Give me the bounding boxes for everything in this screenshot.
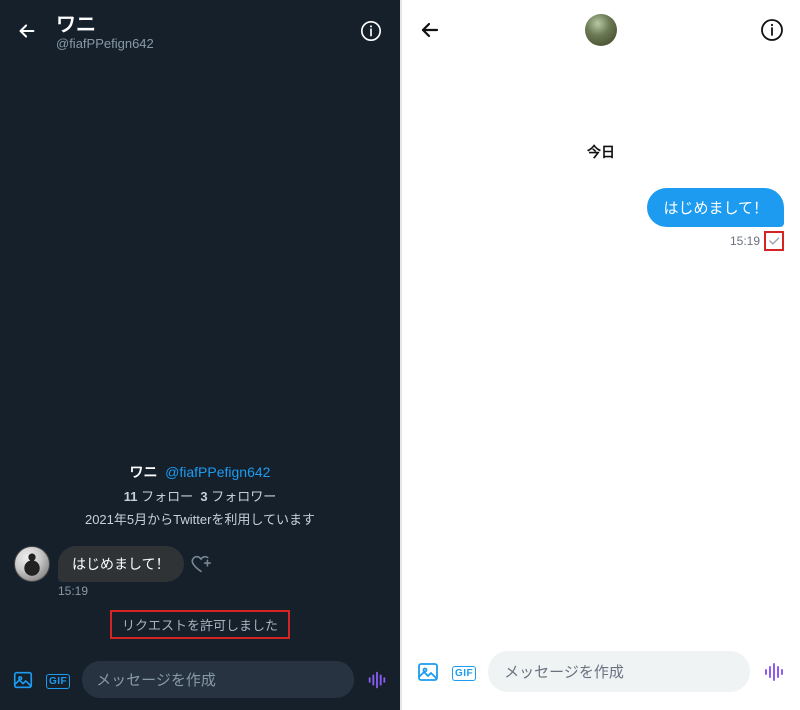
voice-button[interactable]	[762, 660, 786, 684]
image-icon	[416, 660, 440, 684]
message-bubble-outgoing[interactable]: はじめまして！	[647, 188, 784, 227]
message-meta: 15:19	[730, 231, 784, 251]
right-composer: GIF メッセージを作成	[402, 641, 800, 710]
profile-summary: ワニ @fiafPPefign642 11 フォロー 3 フォロワー 2021年…	[0, 462, 400, 546]
image-icon	[12, 669, 34, 691]
message-bubble-incoming[interactable]: はじめまして！	[58, 546, 184, 582]
arrow-left-icon	[16, 20, 38, 42]
right-body: 今日 はじめまして！ 15:19	[402, 60, 800, 641]
voice-wave-icon	[762, 660, 786, 684]
voice-wave-icon	[366, 669, 388, 691]
following-count: 11	[124, 489, 138, 504]
info-icon	[360, 20, 382, 42]
following-label: フォロー	[141, 489, 193, 504]
chat-title: ワニ	[56, 14, 360, 36]
voice-button[interactable]	[366, 669, 388, 691]
compose-input[interactable]: メッセージを作成	[488, 651, 750, 692]
right-panel: 今日 はじめまして！ 15:19 GIF メッセージを作成	[400, 0, 800, 710]
profile-handle[interactable]: @fiafPPefign642	[165, 464, 270, 480]
system-message-wrap: リクエストを許可しました	[0, 598, 400, 639]
left-panel: ワニ @fiafPPefign642 ワニ @fiafPPefign642 11…	[0, 0, 400, 710]
arrow-left-icon	[418, 18, 442, 42]
react-button[interactable]	[190, 553, 212, 575]
image-button[interactable]	[416, 660, 440, 684]
avatar[interactable]	[585, 14, 617, 46]
check-icon	[767, 234, 781, 248]
back-button[interactable]	[418, 18, 442, 42]
followers-label: フォロワー	[211, 489, 276, 504]
left-header: ワニ @fiafPPefign642	[0, 0, 400, 59]
header-title-wrap: ワニ @fiafPPefign642	[56, 14, 360, 51]
profile-stats: 11 フォロー 3 フォロワー	[0, 486, 400, 505]
back-button[interactable]	[16, 14, 40, 42]
info-button[interactable]	[360, 14, 384, 42]
image-button[interactable]	[12, 669, 34, 691]
date-separator: 今日	[418, 142, 784, 162]
info-button[interactable]	[760, 18, 784, 42]
right-header	[402, 0, 800, 60]
system-message: リクエストを許可しました	[110, 610, 290, 639]
heart-plus-icon	[190, 553, 212, 575]
profile-since: 2021年5月からTwitterを利用しています	[0, 509, 400, 528]
message-row: はじめまして！	[0, 546, 400, 582]
left-composer: GIF メッセージを作成	[0, 653, 400, 710]
gif-button[interactable]: GIF	[452, 663, 476, 681]
message-time: 15:19	[58, 584, 400, 598]
avatar[interactable]	[14, 546, 50, 582]
gif-button[interactable]: GIF	[46, 671, 70, 689]
message-time: 15:19	[730, 234, 760, 248]
followers-count: 3	[200, 489, 207, 504]
profile-name: ワニ	[130, 464, 158, 480]
compose-input[interactable]: メッセージを作成	[82, 661, 354, 698]
info-icon	[760, 18, 784, 42]
gif-icon: GIF	[46, 674, 70, 689]
chat-handle: @fiafPPefign642	[56, 36, 360, 51]
read-status	[764, 231, 784, 251]
gif-icon: GIF	[452, 666, 476, 681]
